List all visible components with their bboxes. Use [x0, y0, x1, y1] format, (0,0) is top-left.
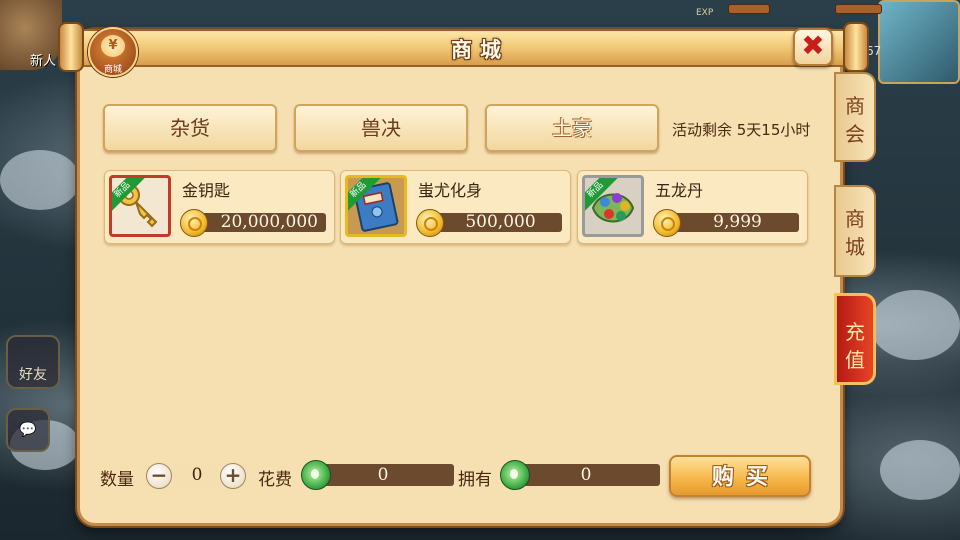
golden-key-icon: 新品 — [109, 175, 171, 237]
shop-badge-icon: ¥ 商城 — [88, 27, 138, 77]
item-name: 五龙丹 — [655, 181, 704, 200]
quantity-value[interactable]: 0 — [186, 465, 208, 485]
item-card[interactable]: 新品 蚩尤化身 500,000 — [340, 170, 571, 244]
cost-value: 0 — [312, 464, 454, 486]
hp-bar — [835, 4, 882, 14]
scroll-cap-left — [58, 22, 84, 72]
buy-button[interactable]: 购买 — [669, 455, 811, 497]
item-card[interactable]: 新品 金钥匙 20,000,000 — [104, 170, 335, 244]
jade-currency-icon — [301, 460, 331, 490]
coin-icon — [180, 209, 208, 237]
tab-recharge-label: 充值 — [845, 320, 865, 372]
close-icon: ✖ — [801, 29, 825, 62]
item-price: 9,999 — [666, 213, 799, 232]
owned-value: 0 — [512, 464, 660, 486]
coin-icon — [416, 209, 444, 237]
category-tab-beast-skills[interactable]: 兽决 — [294, 104, 468, 152]
tab-guild-market-label: 商会 — [845, 94, 865, 146]
exp-bar — [728, 4, 770, 14]
item-name: 蚩尤化身 — [418, 181, 483, 200]
exp-label: EXP — [696, 8, 714, 18]
tab-guild-market[interactable]: 商会 — [834, 72, 876, 162]
friends-label: 好友 — [19, 367, 47, 383]
event-timer: 活动剩余 5天15小时 — [672, 121, 811, 139]
increase-quantity-button[interactable]: + — [220, 463, 246, 489]
close-button[interactable]: ✖ — [793, 28, 833, 66]
quantity-label: 数量 — [100, 470, 134, 490]
item-price: 500,000 — [429, 213, 562, 232]
decrease-quantity-button[interactable]: − — [146, 463, 172, 489]
five-dragon-pill-icon: 新品 — [582, 175, 644, 237]
new-player-label: 新人 — [30, 54, 57, 69]
snow-tree — [0, 150, 80, 210]
target-portrait[interactable] — [878, 0, 960, 84]
tab-recharge[interactable]: 充值 — [834, 293, 876, 385]
scroll-cap-right — [843, 22, 869, 72]
tab-shop[interactable]: 商城 — [834, 185, 876, 277]
category-tab-tycoon[interactable]: 土豪 — [485, 104, 659, 152]
snow-tree — [880, 440, 960, 500]
tab-shop-label: 商城 — [845, 207, 865, 259]
snow-tree — [870, 290, 960, 360]
item-name: 金钥匙 — [182, 181, 231, 200]
chat-bubble-icon: 💬 — [19, 422, 37, 438]
dialog-title: 商城 — [451, 38, 509, 62]
coin-icon — [653, 209, 681, 237]
yuan-coin-icon: ¥ — [101, 35, 125, 57]
item-price: 20,000,000 — [193, 213, 326, 232]
owned-label: 拥有 — [458, 470, 492, 490]
friends-button[interactable]: 好友 — [6, 335, 60, 389]
shop-badge-label: 商城 — [103, 65, 122, 75]
chat-button[interactable]: 💬 — [6, 408, 50, 452]
book-icon: 新品 — [345, 175, 407, 237]
cost-label: 花费 — [258, 470, 292, 490]
item-card[interactable]: 新品 五龙丹 9,999 — [577, 170, 808, 244]
jade-currency-icon — [500, 460, 530, 490]
category-tab-groceries[interactable]: 杂货 — [103, 104, 277, 152]
